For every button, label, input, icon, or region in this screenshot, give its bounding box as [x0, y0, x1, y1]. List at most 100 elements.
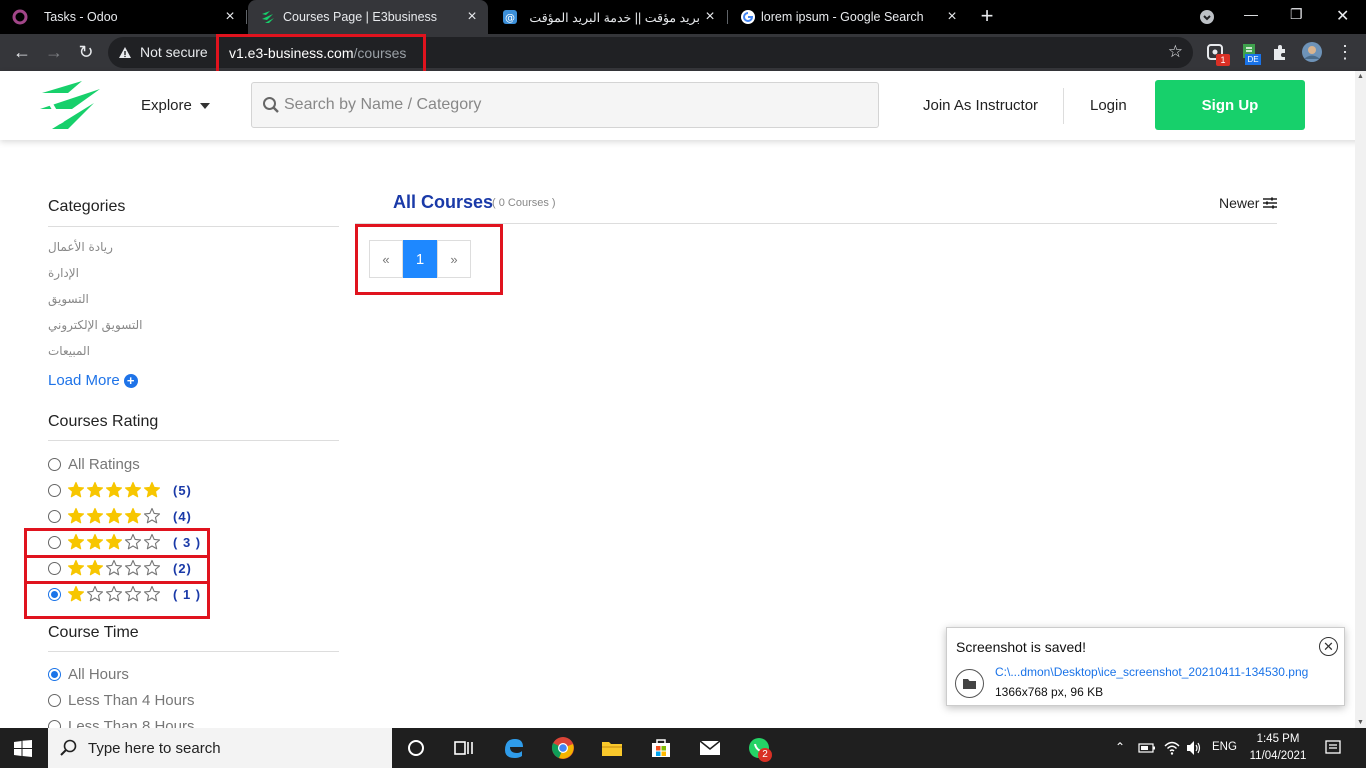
new-tab-button[interactable]: +: [976, 5, 998, 28]
radio-button[interactable]: [48, 587, 61, 601]
rating-option[interactable]: All Ratings: [48, 454, 140, 474]
star-empty-icon: [124, 559, 142, 576]
close-icon[interactable]: ×: [464, 9, 480, 25]
rating-option[interactable]: (2): [48, 558, 192, 578]
action-center-icon[interactable]: [1324, 739, 1342, 757]
store-icon[interactable]: [649, 736, 673, 760]
tab-search-icon[interactable]: [1199, 9, 1215, 25]
back-icon[interactable]: ←: [11, 42, 33, 64]
radio-button[interactable]: [48, 667, 61, 681]
extension-badge: 1: [1216, 54, 1230, 66]
puzzle-icon[interactable]: [1270, 42, 1290, 62]
chevron-up-icon[interactable]: ⌃: [1115, 740, 1125, 754]
e3-logo[interactable]: [38, 79, 104, 131]
tab-courses[interactable]: Courses Page | E3business ×: [248, 0, 488, 34]
login-link[interactable]: Login: [1090, 97, 1127, 114]
radio-button[interactable]: [48, 457, 61, 471]
rating-option[interactable]: ( 1 ): [48, 584, 201, 604]
edge-icon[interactable]: [502, 736, 526, 760]
site-header: Explore Join As Instructor Login Sign Up: [0, 71, 1366, 140]
notification-title: Screenshot is saved!: [956, 639, 1086, 655]
star-filled-icon: [67, 481, 85, 498]
folder-icon[interactable]: [955, 669, 984, 698]
address-bar[interactable]: Not secure v1.e3-business.com/courses ☆: [108, 34, 1193, 74]
file-explorer-icon[interactable]: [600, 736, 624, 760]
previous-page-button[interactable]: «: [369, 240, 403, 278]
windows-start-icon[interactable]: [14, 740, 32, 757]
radio-button[interactable]: [48, 561, 61, 575]
tab-title: lorem ipsum - Google Search: [761, 10, 924, 24]
time-option[interactable]: Less Than 4 Hours: [48, 690, 194, 710]
reload-icon[interactable]: ↻: [75, 42, 97, 64]
rating-option[interactable]: (5): [48, 480, 192, 500]
star-filled-icon: [124, 507, 142, 524]
radio-button[interactable]: [48, 483, 61, 497]
more-menu-icon[interactable]: ⋮: [1334, 42, 1356, 64]
search-icon[interactable]: [262, 96, 280, 114]
tab-google[interactable]: lorem ipsum - Google Search ×: [728, 0, 968, 34]
forward-icon[interactable]: →: [43, 42, 65, 64]
star-filled-icon: [86, 559, 104, 576]
security-indicator[interactable]: Not secure: [118, 44, 208, 60]
category-link[interactable]: الإدارة: [48, 266, 79, 280]
taskbar-search[interactable]: Type here to search: [48, 728, 392, 768]
load-more-link[interactable]: Load More +: [48, 372, 138, 389]
close-icon[interactable]: ×: [702, 9, 718, 25]
battery-icon[interactable]: [1138, 739, 1156, 757]
sort-menu[interactable]: Newer: [1219, 195, 1278, 211]
volume-icon[interactable]: [1185, 739, 1203, 757]
radio-button[interactable]: [48, 693, 61, 707]
close-icon[interactable]: ✕: [1319, 637, 1338, 656]
page-1-button[interactable]: 1: [403, 240, 437, 278]
bookmark-star-icon[interactable]: ☆: [1168, 42, 1183, 62]
star-filled-icon: [105, 533, 123, 550]
restore-icon[interactable]: ❐: [1290, 6, 1303, 23]
close-window-icon[interactable]: ✕: [1336, 6, 1349, 26]
language-indicator[interactable]: ENG: [1212, 741, 1237, 753]
avatar[interactable]: [1301, 41, 1323, 63]
minimize-icon[interactable]: —: [1244, 6, 1258, 22]
tab-divider: [246, 10, 247, 24]
time-option-label: Less Than 4 Hours: [68, 691, 195, 709]
star-filled-icon: [105, 481, 123, 498]
radio-button[interactable]: [48, 535, 61, 549]
join-as-instructor-link[interactable]: Join As Instructor: [923, 97, 1038, 114]
explore-menu[interactable]: Explore: [141, 97, 210, 114]
wifi-icon[interactable]: [1163, 739, 1181, 757]
rating-option[interactable]: (4): [48, 506, 192, 526]
url-text[interactable]: v1.e3-business.com/courses: [229, 45, 406, 61]
divider: [48, 651, 339, 652]
star-filled-icon: [143, 481, 161, 498]
clock-time[interactable]: 1:45 PM: [1250, 733, 1306, 745]
sign-up-button[interactable]: Sign Up: [1155, 80, 1305, 130]
task-view-icon[interactable]: [452, 736, 476, 760]
tab-temp-mail[interactable]: @ بريد مؤقت || خدمة البريد المؤقت ال... …: [490, 0, 726, 34]
rating-option[interactable]: ( 3 ): [48, 532, 201, 552]
star-filled-icon: [67, 533, 85, 550]
time-option-label: All Hours: [68, 665, 129, 683]
search-input[interactable]: [284, 96, 864, 114]
chrome-icon[interactable]: [551, 736, 575, 760]
close-icon[interactable]: ×: [944, 9, 960, 25]
tab-odoo[interactable]: Tasks - Odoo ×: [0, 0, 246, 34]
svg-text:@: @: [505, 13, 515, 24]
category-link[interactable]: المبيعات: [48, 344, 90, 358]
tab-strip: Tasks - Odoo × Courses Page | E3business…: [0, 0, 1366, 34]
mail-icon[interactable]: [698, 736, 722, 760]
scroll-up-icon[interactable]: ▲: [1357, 73, 1364, 80]
scroll-down-icon[interactable]: ▼: [1357, 719, 1364, 726]
rating-option-label: All Ratings: [68, 455, 140, 473]
odoo-icon: [12, 9, 28, 25]
clock-date[interactable]: 11/04/2021: [1246, 750, 1310, 762]
category-link[interactable]: التسويق الإلكتروني: [48, 318, 143, 332]
next-page-button[interactable]: »: [437, 240, 471, 278]
category-link[interactable]: التسويق: [48, 292, 89, 306]
cortana-icon[interactable]: [404, 736, 428, 760]
file-path-link[interactable]: C:\...dmon\Desktop\ice_screenshot_202104…: [995, 665, 1308, 679]
radio-button[interactable]: [48, 509, 61, 523]
category-link[interactable]: ريادة الأعمال: [48, 240, 113, 254]
close-icon[interactable]: ×: [222, 9, 238, 25]
time-option[interactable]: All Hours: [48, 664, 129, 684]
page-scrollbar[interactable]: ▲ ▼: [1355, 71, 1366, 728]
star-empty-icon: [143, 585, 161, 602]
